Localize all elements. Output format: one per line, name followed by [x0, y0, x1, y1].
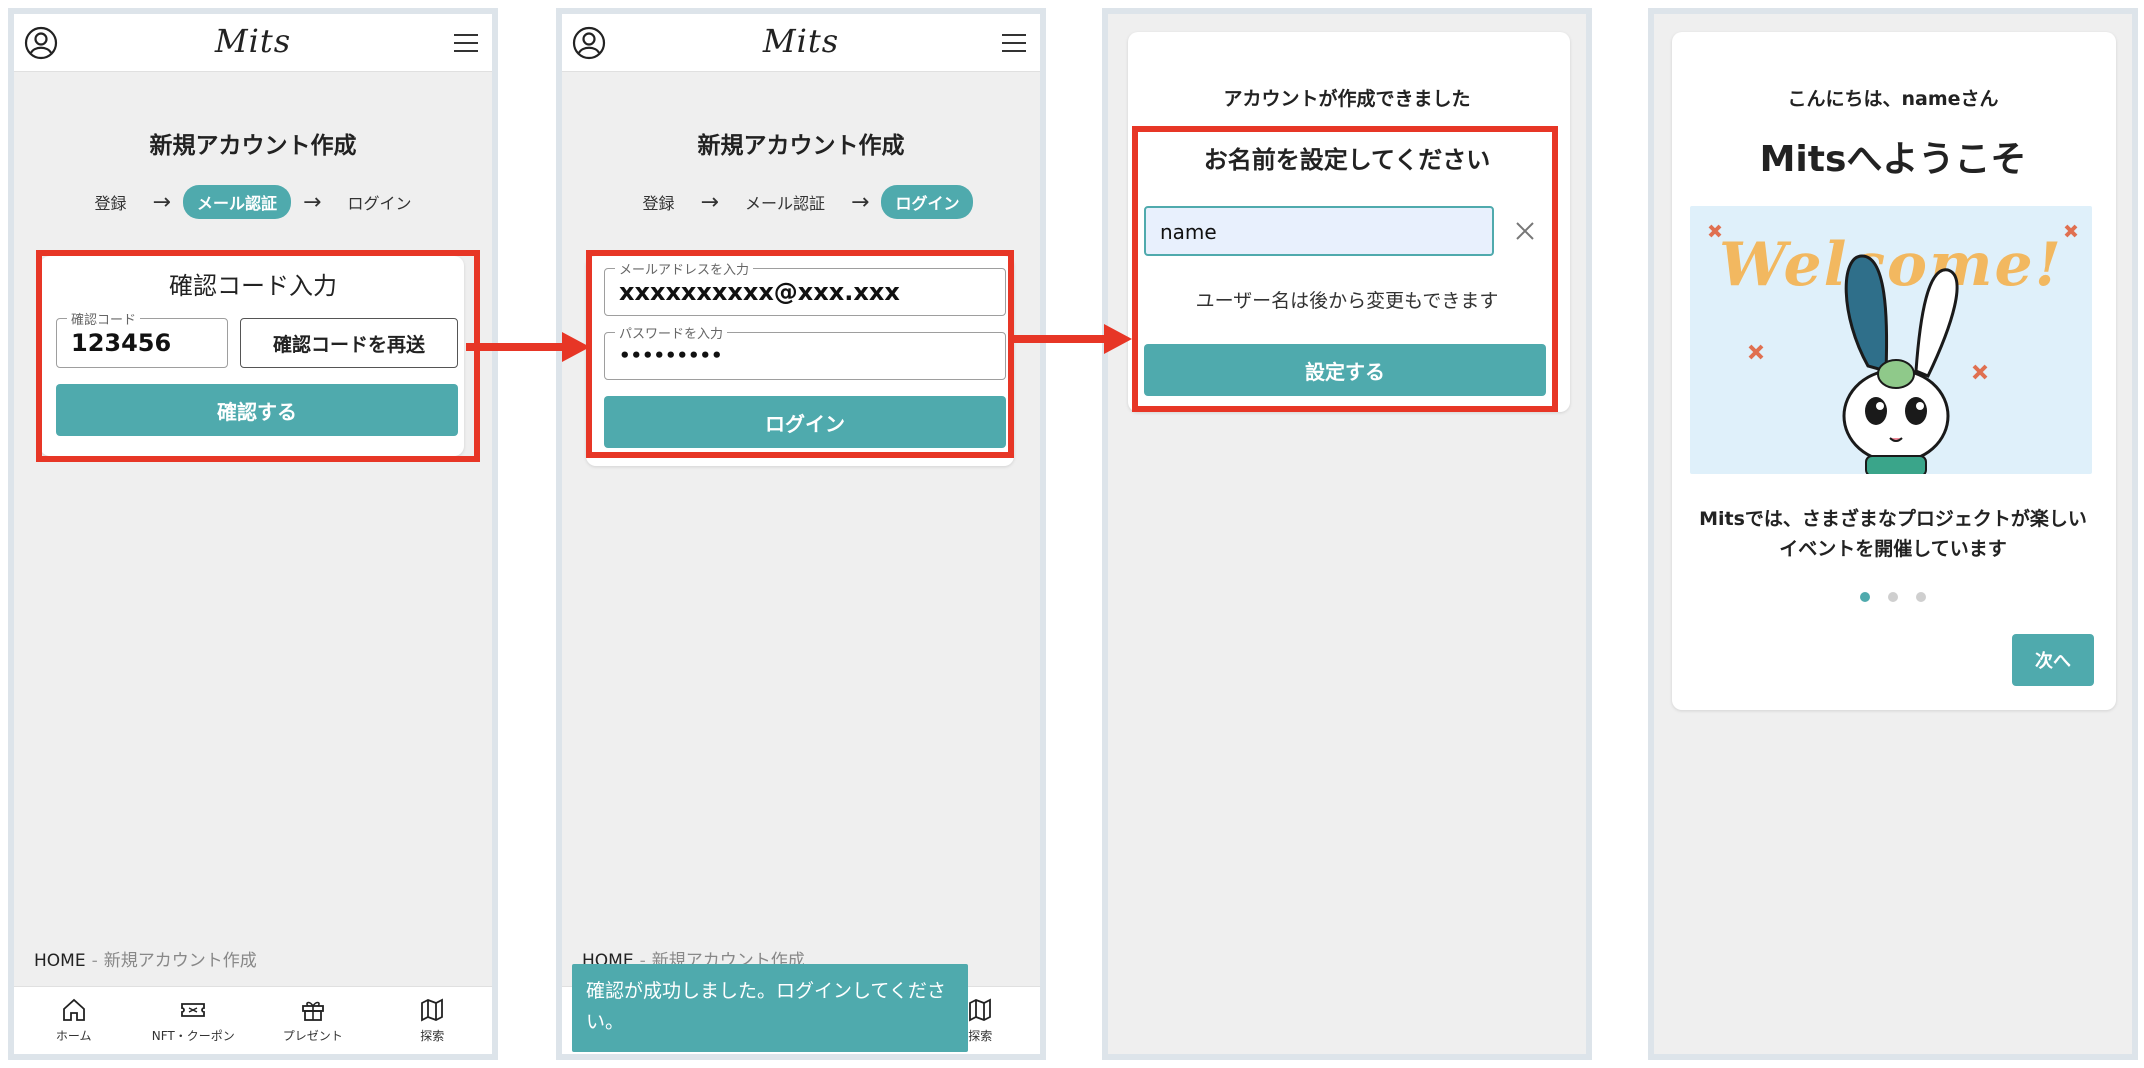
home-icon	[62, 998, 85, 1021]
mits-logo[interactable]: Mits	[215, 22, 291, 60]
next-button[interactable]: 次へ	[2012, 634, 2094, 686]
breadcrumb: HOME - 新規アカウント作成	[34, 946, 257, 971]
step-email-verify: メール認証	[744, 194, 825, 213]
app-header: Mits	[14, 14, 492, 72]
breadcrumb-current: 新規アカウント作成	[103, 951, 257, 971]
mits-logo[interactable]: Mits	[763, 22, 839, 60]
hamburger-menu-icon[interactable]	[454, 32, 478, 54]
flow-arrow-icon	[1014, 324, 1132, 354]
carousel-dots	[1654, 592, 2132, 602]
nav-label: プレゼント	[282, 1029, 343, 1043]
screen-welcome: こんにちは、nameさん Mitsへようこそ Welcome! Mitsでは、さ…	[1648, 8, 2138, 1060]
nav-item-home[interactable]: ホーム	[14, 987, 134, 1054]
user-account-icon[interactable]	[24, 26, 58, 60]
nav-label: NFT・クーポン	[151, 1029, 235, 1043]
map-icon	[421, 998, 444, 1022]
arrow-right-icon: →	[152, 189, 171, 215]
user-account-icon[interactable]	[572, 26, 606, 60]
flow-arrow-icon	[466, 332, 590, 362]
map-icon	[969, 998, 992, 1022]
nav-label: 探索	[420, 1029, 445, 1043]
screen-verification: Mits 新規アカウント作成 登録 → メール認証 → ログイン 確認コード入力…	[8, 8, 498, 1060]
arrow-right-icon: →	[851, 189, 870, 215]
highlight-box	[36, 250, 480, 462]
highlight-box	[586, 250, 1014, 458]
nav-item-present[interactable]: プレゼント	[253, 987, 373, 1054]
welcome-illustration: Welcome!	[1690, 206, 2092, 474]
screen-set-name: アカウントが作成できました お名前を設定してください name ユーザー名は後か…	[1102, 8, 1592, 1060]
account-created-heading: アカウントが作成できました	[1223, 88, 1471, 110]
app-header: Mits	[562, 14, 1040, 72]
step-register: 登録	[642, 194, 675, 213]
screen-login: Mits 新規アカウント作成 登録 → メール認証 → ログイン メールアドレス…	[556, 8, 1046, 1060]
welcome-description: Mitsでは、さまざまなプロジェクトが楽しい イベントを開催しています	[1654, 504, 2132, 564]
page-title: 新規アカウント作成	[697, 133, 905, 159]
step-email-verify: メール認証	[182, 185, 291, 219]
breadcrumb-separator: -	[91, 951, 98, 971]
arrow-right-icon: →	[303, 189, 322, 215]
bottom-nav: ホーム NFT・クーポン プレゼント 探索	[14, 986, 492, 1054]
highlight-box	[1132, 126, 1558, 412]
signup-steps: 登録 → メール認証 → ログイン	[562, 185, 1040, 219]
carousel-dot[interactable]	[1916, 592, 1926, 602]
welcome-title: Mitsへようこそ	[1759, 139, 2027, 180]
description-line: Mitsでは、さまざまなプロジェクトが楽しい	[1699, 508, 2087, 530]
arrow-right-icon: →	[700, 189, 719, 215]
nav-label: ホーム	[55, 1029, 92, 1043]
success-toast: 確認が成功しました。ログインしてください。	[572, 964, 968, 1052]
carousel-dot[interactable]	[1888, 592, 1898, 602]
hamburger-menu-icon[interactable]	[1002, 32, 1026, 54]
description-line: イベントを開催しています	[1779, 538, 2007, 560]
breadcrumb-home[interactable]: HOME	[34, 951, 86, 971]
ticket-icon	[181, 1003, 206, 1017]
nav-item-nft[interactable]: NFT・クーポン	[134, 987, 254, 1054]
rabbit-mascot-icon	[1708, 224, 2078, 474]
step-login: ログイン	[881, 185, 974, 219]
signup-steps: 登録 → メール認証 → ログイン	[14, 185, 492, 219]
nav-item-explore[interactable]: 探索	[373, 987, 493, 1054]
gift-icon	[301, 1001, 324, 1021]
nav-label: 探索	[968, 1029, 993, 1043]
step-register: 登録	[94, 194, 127, 213]
step-login: ログイン	[347, 194, 412, 213]
greeting-text: こんにちは、nameさん	[1787, 88, 1999, 110]
carousel-dot[interactable]	[1860, 592, 1870, 602]
page-title: 新規アカウント作成	[149, 133, 357, 159]
